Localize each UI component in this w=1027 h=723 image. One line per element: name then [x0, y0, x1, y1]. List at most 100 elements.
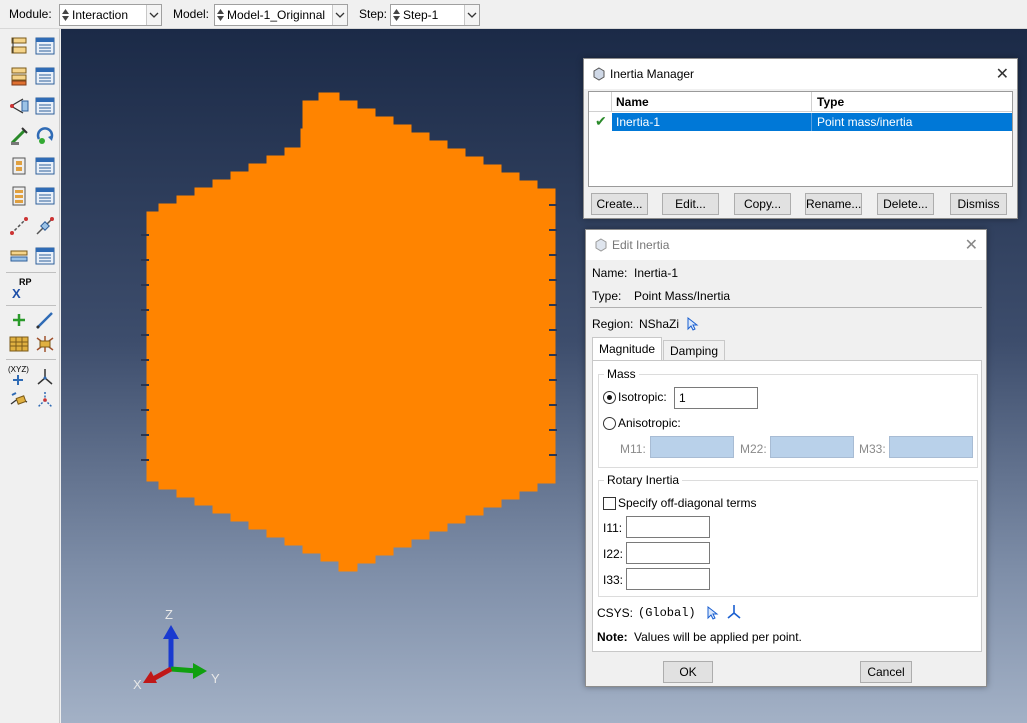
interaction-manager-icon[interactable] — [34, 35, 56, 57]
note-label: Note: — [597, 630, 628, 644]
rotary-inertia-group-label: Rotary Inertia — [604, 473, 683, 487]
i22-input[interactable] — [626, 542, 710, 564]
inertia-manager-title: Inertia Manager — [610, 67, 695, 81]
m33-input[interactable] — [889, 436, 973, 458]
cancel-button[interactable]: Cancel — [860, 661, 912, 683]
csys-value: (Global) — [638, 606, 696, 620]
create-interaction-icon[interactable] — [8, 35, 30, 57]
ok-button[interactable]: OK — [663, 661, 713, 683]
column-header-name[interactable]: Name — [616, 95, 649, 109]
surface-manager-icon[interactable] — [34, 245, 56, 267]
copy-button[interactable]: Copy... — [734, 193, 791, 215]
rp-x-glyph: X — [12, 286, 21, 301]
create-csys-icon[interactable] — [726, 604, 742, 620]
chevron-down-icon[interactable] — [146, 5, 161, 25]
i33-input[interactable] — [626, 568, 710, 590]
edit-button[interactable]: Edit... — [662, 193, 719, 215]
toolbox-divider — [6, 272, 56, 273]
datum-csys-3points-icon[interactable] — [34, 389, 56, 411]
module-select[interactable]: Interaction — [59, 4, 162, 26]
abaqus-app-icon — [593, 67, 605, 81]
checkmark-icon: ✔ — [595, 113, 607, 129]
create-dashpot-icon[interactable] — [34, 215, 56, 237]
edit-inertia-title: Edit Inertia — [612, 238, 670, 252]
offdiag-checkbox[interactable] — [603, 497, 616, 510]
triad-z-label: Z — [165, 607, 173, 622]
select-csys-arrow-icon[interactable] — [707, 606, 719, 620]
module-value: Interaction — [72, 8, 129, 22]
close-icon[interactable]: ✕ — [996, 64, 1009, 84]
i33-label: I33: — [603, 573, 624, 587]
chevron-down-icon[interactable] — [464, 5, 479, 25]
m22-input[interactable] — [770, 436, 854, 458]
spin-arrows-icon — [62, 9, 69, 21]
constraint-manager-icon[interactable] — [34, 95, 56, 117]
create-button[interactable]: Create... — [591, 193, 648, 215]
isotropic-radio[interactable] — [603, 391, 616, 404]
create-wire-icon[interactable] — [8, 185, 30, 207]
rename-button[interactable]: Rename... — [805, 193, 862, 215]
type-value: Point Mass/Inertia — [634, 289, 731, 303]
datum-csys-icon[interactable] — [34, 333, 56, 355]
part-mesh — [146, 92, 556, 572]
datum-axis-icon[interactable] — [34, 309, 56, 331]
chevron-down-icon[interactable] — [332, 5, 347, 25]
tab-magnitude-label: Magnitude — [599, 342, 656, 356]
toolbox: RP X (XYZ) — [0, 29, 60, 723]
connector-assign-icon[interactable] — [34, 125, 56, 147]
step-value: Step-1 — [403, 8, 439, 22]
datum-point-icon[interactable] — [8, 309, 30, 331]
model-select[interactable]: Model-1_Originnal — [214, 4, 348, 26]
tab-damping[interactable]: Damping — [663, 340, 725, 361]
dismiss-button[interactable]: Dismiss — [950, 193, 1007, 215]
toolbox-divider — [6, 305, 56, 306]
step-label: Step: — [359, 7, 388, 21]
create-spring-icon[interactable] — [8, 215, 30, 237]
create-surface-icon[interactable] — [8, 245, 30, 267]
inertia-table: Name Type ✔ Inertia-1 Point mass/inertia — [588, 91, 1013, 187]
anisotropic-radio[interactable] — [603, 417, 616, 430]
select-region-arrow-icon[interactable] — [687, 317, 699, 331]
offdiag-label: Specify off-diagonal terms — [618, 496, 757, 510]
datum-csys-offset-icon[interactable] — [8, 389, 30, 411]
spin-arrows-icon — [217, 9, 224, 21]
xyz-point-icon[interactable]: (XYZ) — [6, 365, 32, 387]
i11-input[interactable] — [626, 516, 710, 538]
spin-arrows-icon — [393, 9, 400, 21]
csys-triad-icon[interactable] — [34, 365, 56, 387]
delete-button[interactable]: Delete... — [877, 193, 934, 215]
model-label: Model: — [173, 7, 210, 21]
mass-group-label: Mass — [604, 367, 639, 381]
triad-x-label: X — [133, 677, 142, 692]
abaqus-app-icon — [595, 238, 607, 252]
isotropic-mass-input[interactable]: 1 — [674, 387, 758, 409]
wire-manager-icon[interactable] — [34, 185, 56, 207]
csys-label: CSYS: — [597, 606, 634, 620]
m33-label: M33: — [859, 442, 886, 456]
module-label: Module: — [9, 7, 52, 21]
anisotropic-label: Anisotropic: — [618, 416, 681, 430]
column-header-type[interactable]: Type — [817, 95, 844, 109]
property-manager-icon[interactable] — [34, 65, 56, 87]
m11-input[interactable] — [650, 436, 734, 458]
region-value: NShaZi — [639, 317, 680, 331]
view-triad: Z X Y — [133, 607, 220, 692]
inertia-manager-titlebar[interactable]: Inertia Manager ✕ — [584, 59, 1017, 89]
divider — [590, 307, 982, 308]
xyz-label: (XYZ) — [8, 365, 29, 374]
reference-point-icon[interactable]: RP X — [10, 277, 34, 301]
note-text: Values will be applied per point. — [634, 630, 802, 644]
table-row[interactable]: ✔ Inertia-1 Point mass/inertia — [589, 113, 1012, 131]
create-connector-section-icon[interactable] — [8, 155, 30, 177]
tab-magnitude[interactable]: Magnitude — [592, 337, 662, 361]
step-select[interactable]: Step-1 — [390, 4, 480, 26]
section-manager-icon[interactable] — [34, 155, 56, 177]
create-interaction-property-icon[interactable] — [8, 65, 30, 87]
create-connector-icon[interactable] — [8, 125, 30, 147]
create-constraint-icon[interactable] — [8, 95, 30, 117]
table-header: Name Type — [589, 92, 1012, 112]
name-label: Name: — [592, 266, 628, 280]
close-icon[interactable]: ✕ — [965, 235, 978, 255]
edit-inertia-titlebar[interactable]: Edit Inertia ✕ — [586, 230, 986, 260]
datum-plane-icon[interactable] — [8, 333, 30, 355]
